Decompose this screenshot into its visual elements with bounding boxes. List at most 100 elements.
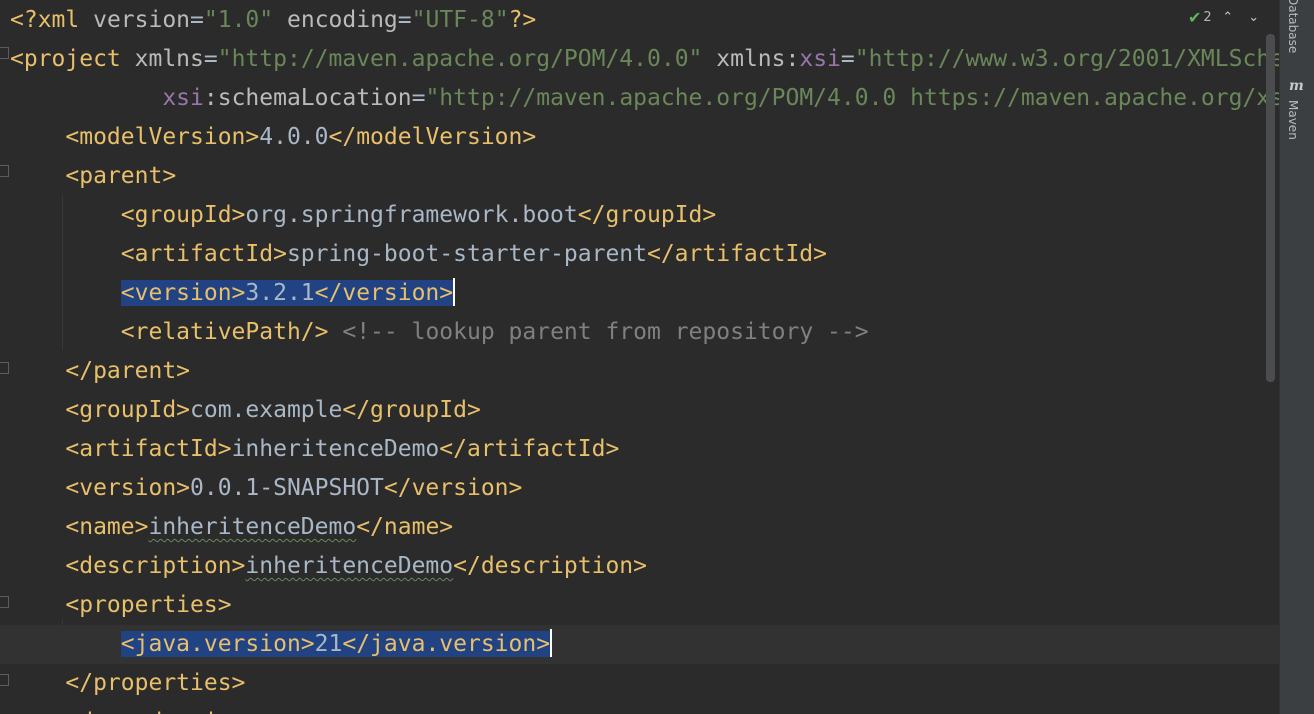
maven-tool-tab[interactable]: m Maven [1280, 78, 1314, 148]
text-caret [453, 278, 456, 306]
code-token: :schemaLocation [203, 85, 412, 111]
code-token: </name> [356, 514, 454, 540]
code-token: xmlns [134, 46, 204, 72]
code-token: inheritenceDemo [148, 514, 357, 540]
vertical-scrollbar[interactable] [1266, 34, 1275, 382]
code-token: <!-- lookup parent from repository --> [342, 319, 869, 345]
maven-icon: m [1289, 78, 1304, 94]
code-token: </modelVersion> [328, 124, 537, 150]
code-line[interactable]: <version>0.0.1-SNAPSHOT</version> [0, 469, 1279, 508]
inspection-widget[interactable]: ✔ 2 ⌃ ⌄ [1188, 6, 1264, 28]
code-token: </version> [314, 280, 454, 306]
previous-highlighted-error-icon[interactable]: ⌃ [1218, 10, 1238, 25]
code-token: ?> [508, 7, 537, 33]
code-line[interactable]: <parent> [0, 157, 1279, 196]
code-line[interactable]: <dependencies> [0, 703, 1279, 714]
code-line-text: <artifactId>inheritenceDemo</artifactId> [10, 430, 619, 469]
code-token: <properties> [65, 592, 232, 618]
code-editor[interactable]: <?xml version="1.0" encoding="UTF-8"?> <p… [0, 0, 1279, 714]
code-token: </java.version> [342, 631, 551, 657]
code-line[interactable]: <groupId>com.example</groupId> [0, 391, 1279, 430]
code-line[interactable]: xsi:schemaLocation="http://maven.apache.… [0, 79, 1279, 118]
code-token: <project [10, 46, 135, 72]
code-token: </groupId> [577, 202, 717, 228]
inspection-count: 2 [1203, 9, 1212, 25]
code-token: = [840, 46, 855, 72]
code-token: com.example [190, 397, 343, 423]
code-token: <parent> [65, 163, 177, 189]
code-token: </groupId> [342, 397, 481, 423]
code-token: 0.0.1-SNAPSHOT [190, 475, 384, 501]
check-icon[interactable]: ✔ [1188, 8, 1201, 27]
code-token: <java.version> [120, 631, 315, 657]
code-token: xmlns: [716, 46, 800, 72]
code-token: = [203, 46, 218, 72]
code-line-text: <dependencies> [10, 703, 259, 714]
code-line[interactable]: <artifactId>spring-boot-starter-parent</… [0, 235, 1279, 274]
code-token: <?xml [10, 7, 94, 33]
code-line[interactable]: <artifactId>inheritenceDemo</artifactId> [0, 430, 1279, 469]
code-token: </description> [453, 553, 647, 579]
code-line[interactable]: </properties> [0, 664, 1279, 703]
code-line[interactable]: </parent> [0, 352, 1279, 391]
code-token: <dependencies> [65, 709, 259, 714]
code-line[interactable]: <relativePath/> <!-- lookup parent from … [0, 313, 1279, 352]
code-token: 21 [314, 631, 343, 657]
code-token: = [190, 7, 204, 33]
code-line-text: <description>inheritenceDemo</descriptio… [10, 547, 647, 586]
code-line[interactable]: <groupId>org.springframework.boot</group… [0, 196, 1279, 235]
code-line-text: <project xmlns="http://maven.apache.org/… [10, 40, 1279, 79]
code-token: inheritenceDemo [231, 436, 440, 462]
code-line[interactable]: <?xml version="1.0" encoding="UTF-8"?> [0, 1, 1279, 40]
code-line-text: <?xml version="1.0" encoding="UTF-8"?> [10, 1, 536, 40]
code-line[interactable]: <description>inheritenceDemo</descriptio… [0, 547, 1279, 586]
database-tab-label: Database [1286, 0, 1300, 54]
next-highlighted-error-icon[interactable]: ⌄ [1244, 10, 1264, 25]
code-line[interactable]: <name>inheritenceDemo</name> [0, 508, 1279, 547]
code-line-text: </properties> [10, 664, 245, 703]
code-token: <groupId> [120, 202, 246, 228]
code-line[interactable]: <project xmlns="http://maven.apache.org/… [0, 40, 1279, 79]
code-line[interactable]: <version>3.2.1</version> [0, 274, 1279, 313]
code-token: <description> [65, 553, 246, 579]
code-line-text: <java.version>21</java.version> [10, 625, 553, 664]
code-token: </version> [383, 475, 523, 501]
code-line[interactable]: <properties> [0, 586, 1279, 625]
code-token: version [93, 7, 191, 33]
code-token: xsi [799, 46, 841, 72]
code-line-text: <artifactId>spring-boot-starter-parent</… [10, 235, 827, 274]
code-token: "http://www.w3.org/2001/XMLSchema-instan… [854, 46, 1279, 72]
code-line-text: <version>0.0.1-SNAPSHOT</version> [10, 469, 522, 508]
code-token: 3.2.1 [245, 280, 315, 306]
code-token: spring-boot-starter-parent [286, 241, 647, 267]
code-line-text: <modelVersion>4.0.0</modelVersion> [10, 118, 536, 157]
code-token: <modelVersion> [65, 124, 260, 150]
code-token: </artifactId> [439, 436, 620, 462]
database-tool-tab[interactable]: Database [1280, 0, 1314, 64]
code-token: </artifactId> [646, 241, 827, 267]
code-token: = [411, 85, 426, 111]
code-line-text: <relativePath/> <!-- lookup parent from … [10, 313, 869, 352]
code-line-text: <properties> [10, 586, 232, 625]
text-caret [550, 629, 553, 657]
code-line[interactable]: <java.version>21</java.version> [0, 625, 1279, 664]
code-line[interactable]: <modelVersion>4.0.0</modelVersion> [0, 118, 1279, 157]
code-line-text: <version>3.2.1</version> [10, 274, 456, 313]
code-token: "http://maven.apache.org/POM/4.0.0" [217, 46, 703, 72]
code-token: xsi [162, 85, 204, 111]
